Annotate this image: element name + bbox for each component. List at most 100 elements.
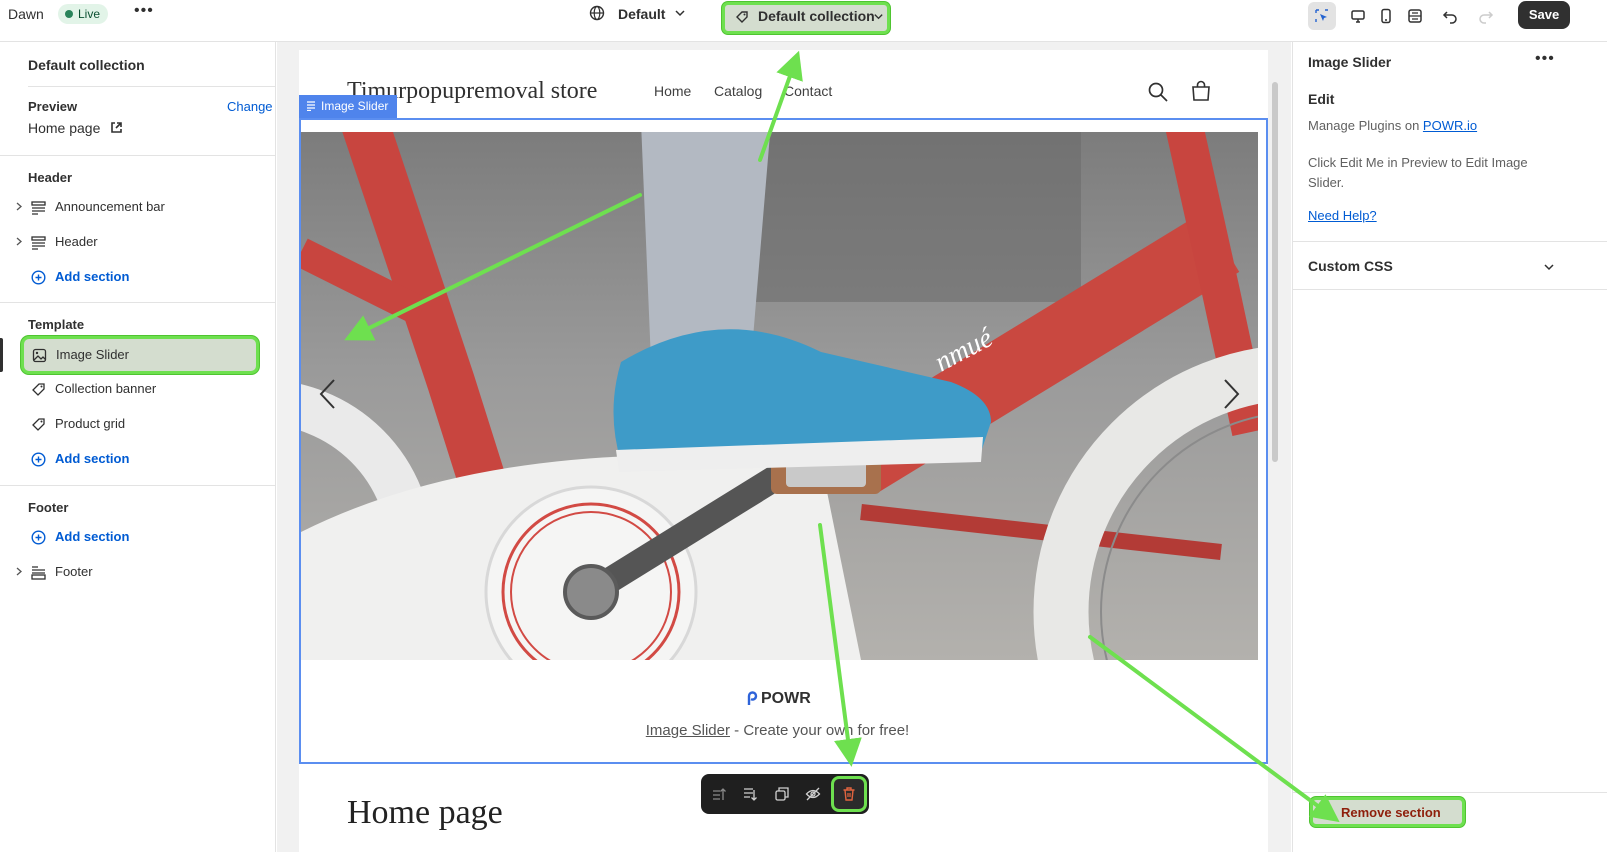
tag-icon xyxy=(32,418,45,431)
plus-circle-icon xyxy=(31,270,46,285)
duplicate-icon xyxy=(775,787,789,801)
nav-link-contact[interactable]: Contact xyxy=(784,83,832,99)
section-item-header[interactable]: Header xyxy=(0,227,276,257)
add-section-footer[interactable]: Add section xyxy=(0,522,276,552)
nav-link-home[interactable]: Home xyxy=(654,83,691,99)
sidebar-title: Default collection xyxy=(28,57,145,73)
layout-section-icon xyxy=(307,101,315,111)
desktop-view-button[interactable] xyxy=(1344,2,1372,30)
add-section-label: Add section xyxy=(55,269,130,284)
add-section-label: Add section xyxy=(55,529,130,544)
template-selector[interactable]: Default xyxy=(618,6,665,22)
undo-icon xyxy=(1442,11,1457,24)
chevron-down-icon xyxy=(675,10,685,17)
section-tag[interactable]: Image Slider xyxy=(299,95,398,118)
theme-more-button[interactable]: ••• xyxy=(134,2,154,20)
redo-icon xyxy=(1479,11,1494,24)
section-item-product-grid[interactable]: Product grid xyxy=(0,409,276,439)
divider xyxy=(0,485,276,486)
plus-circle-icon xyxy=(31,452,46,467)
section-label: Image Slider xyxy=(56,347,129,362)
powr-link[interactable]: POWR.io xyxy=(1423,118,1477,133)
add-section-header[interactable]: Add section xyxy=(0,262,276,292)
delete-button[interactable] xyxy=(831,776,867,812)
sections-sidebar: Default collection Preview Change Home p… xyxy=(0,42,276,852)
trash-icon xyxy=(843,787,855,801)
nav-link-catalog[interactable]: Catalog xyxy=(714,83,762,99)
chevron-right-icon[interactable] xyxy=(14,202,23,211)
divider xyxy=(1293,792,1607,793)
chevron-right-icon[interactable] xyxy=(14,567,23,576)
cart-icon[interactable] xyxy=(1189,79,1213,103)
desktop-icon xyxy=(1351,10,1365,23)
section-label: Header xyxy=(55,234,98,249)
preview-canvas: Timurpopupremoval store Home Catalog Con… xyxy=(277,42,1291,852)
theme-name: Dawn xyxy=(8,6,44,22)
page-heading: Home page xyxy=(347,794,503,831)
section-item-footer[interactable]: Footer xyxy=(0,557,276,587)
section-label: Announcement bar xyxy=(55,199,165,214)
section-item-collection-banner[interactable]: Collection banner xyxy=(0,374,276,404)
divider xyxy=(1293,241,1607,242)
redo-button[interactable] xyxy=(1472,2,1500,30)
section-item-announcement-bar[interactable]: Announcement bar xyxy=(0,192,276,222)
search-icon[interactable] xyxy=(1147,81,1169,103)
chevron-down-icon[interactable] xyxy=(1543,261,1555,273)
preview-label: Preview xyxy=(28,99,78,114)
hide-button[interactable] xyxy=(802,783,824,805)
mobile-view-button[interactable] xyxy=(1372,2,1400,30)
custom-css-toggle[interactable]: Custom CSS xyxy=(1308,258,1393,274)
template-group-title: Template xyxy=(28,317,85,332)
fullscreen-view-button[interactable] xyxy=(1401,2,1429,30)
edit-heading: Edit xyxy=(1308,91,1335,107)
move-down-icon xyxy=(744,788,757,801)
need-help-link[interactable]: Need Help? xyxy=(1308,208,1377,223)
instructions-text: Click Edit Me in Preview to Edit Image S… xyxy=(1308,155,1528,190)
chevron-right-icon[interactable] xyxy=(14,237,23,246)
section-label: Collection banner xyxy=(55,381,157,396)
section-label: Product grid xyxy=(55,416,126,431)
remove-section-button[interactable]: Remove section xyxy=(1310,797,1465,827)
tag-icon xyxy=(736,11,748,23)
move-up-button[interactable] xyxy=(708,783,730,805)
collection-selector[interactable]: Default collection xyxy=(722,2,890,34)
selection-indicator xyxy=(0,338,3,372)
section-floating-toolbar xyxy=(701,774,869,814)
header-group-title: Header xyxy=(28,170,73,185)
save-button[interactable]: Save xyxy=(1518,1,1570,29)
panel-more-button[interactable]: ••• xyxy=(1535,50,1555,68)
store-preview-frame: Timurpopupremoval store Home Catalog Con… xyxy=(299,50,1268,852)
add-section-template[interactable]: Add section xyxy=(0,444,276,474)
external-link-icon[interactable] xyxy=(110,121,123,134)
divider xyxy=(28,86,276,87)
trash-icon xyxy=(1321,805,1331,819)
duplicate-button[interactable] xyxy=(771,783,793,805)
mobile-icon xyxy=(1381,8,1391,24)
section-item-image-slider[interactable]: Image Slider xyxy=(21,336,259,374)
fullscreen-icon xyxy=(1408,9,1422,23)
preview-scrollbar[interactable] xyxy=(1272,82,1278,462)
move-down-button[interactable] xyxy=(739,783,761,805)
inspector-button[interactable] xyxy=(1308,2,1336,30)
layout-section-icon xyxy=(31,201,46,215)
undo-button[interactable] xyxy=(1436,2,1464,30)
chevron-down-icon xyxy=(874,14,883,20)
divider xyxy=(1293,289,1607,290)
layout-section-icon xyxy=(31,236,46,250)
change-preview-link[interactable]: Change xyxy=(227,99,273,114)
add-section-label: Add section xyxy=(55,451,130,466)
globe-icon xyxy=(589,5,605,21)
divider xyxy=(0,302,276,303)
preview-page-name: Home page xyxy=(28,120,101,136)
manage-plugins-text: Manage Plugins on POWR.io xyxy=(1308,118,1478,133)
footer-group-title: Footer xyxy=(28,500,69,515)
image-icon xyxy=(32,348,47,363)
tag-icon xyxy=(32,383,45,396)
panel-title: Image Slider xyxy=(1308,54,1392,70)
move-up-icon xyxy=(713,788,726,800)
layout-footer-icon xyxy=(31,566,46,580)
collection-label: Default collection xyxy=(758,8,875,24)
divider xyxy=(0,155,276,156)
section-selection-outline xyxy=(299,118,1268,764)
plus-circle-icon xyxy=(31,530,46,545)
